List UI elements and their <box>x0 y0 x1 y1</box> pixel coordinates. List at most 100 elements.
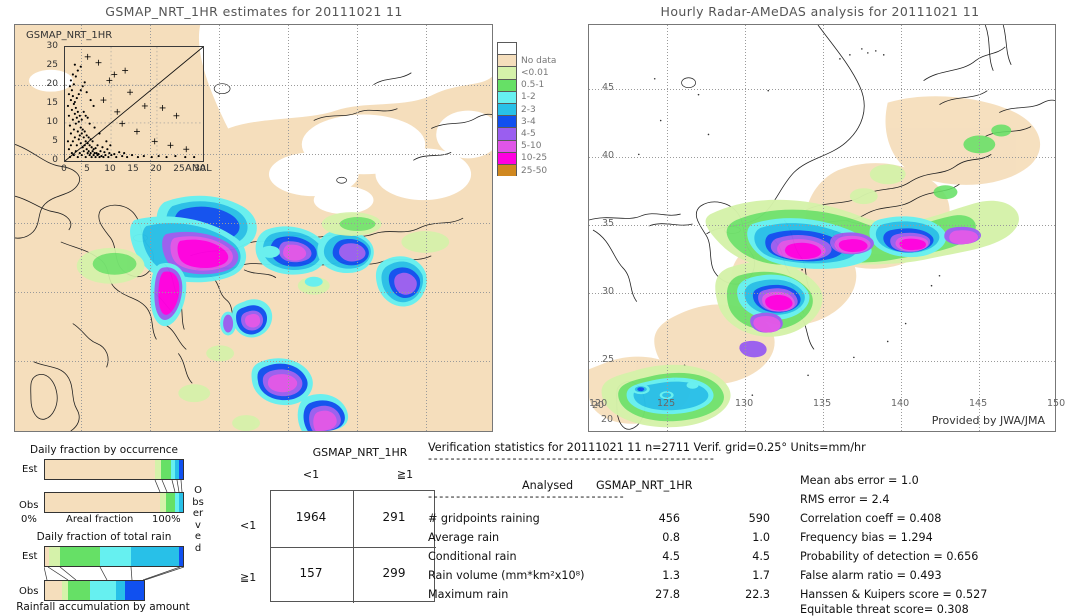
contingency-cell-hit-miss-01: 291 <box>382 510 406 524</box>
fraction-total-rain-title: Daily fraction of total rain <box>36 531 172 543</box>
scatter-inset-box <box>64 46 204 162</box>
colorbar-label-3-4: 3-4 <box>521 117 536 127</box>
right-map-canvas <box>589 25 1055 431</box>
colorbar-label-05-1: 0.5-1 <box>521 80 545 90</box>
verification-row-label-3: Rain volume (mm*km²x10⁸) <box>428 569 585 582</box>
verification-score-3: Frequency bias = 1.294 <box>800 531 933 544</box>
contingency-cell-hit-miss-00: 1964 <box>295 510 327 524</box>
colorbar-swatch-4-5 <box>497 127 517 140</box>
scatter-xtick-5: 5 <box>84 164 90 174</box>
verification-row-analysed-4: 27.8 <box>655 588 680 601</box>
fraction-occurrence-obs-label: Obs <box>19 500 39 511</box>
right-map-xtick-145: 145 <box>969 398 988 409</box>
verification-score-0: Mean abs error = 1.0 <box>800 474 919 487</box>
scatter-ytick-30: 30 <box>46 41 58 51</box>
contingency-cell-hit-miss-11: 299 <box>382 566 406 580</box>
verification-row-estimate-4: 22.3 <box>745 588 770 601</box>
contingency-table-title: GSMAP_NRT_1HR <box>312 446 408 459</box>
verification-score-4: Probability of detection = 0.656 <box>800 550 979 563</box>
colorbar: No data <0.01 0.5-1 1-2 2-3 3-4 4-5 5-10… <box>497 42 556 177</box>
scatter-ytick-5: 5 <box>52 136 58 146</box>
fraction-occurrence-obs-bar <box>44 492 184 513</box>
colorbar-swatch-nodata <box>497 54 517 67</box>
right-map-xtick-120: 120 <box>589 398 608 409</box>
scatter-inset: GSMAP_NRT_1HR 30 25 20 15 10 5 0 0 5 10 … <box>20 30 212 180</box>
right-map-ytick-45: 45 <box>602 82 615 93</box>
colorbar-swatch-2-3 <box>497 102 517 116</box>
colorbar-label-lt001: <0.01 <box>521 68 549 78</box>
fraction-total-rain-obs-label: Obs <box>19 586 39 597</box>
right-map-title: Hourly Radar-AMeDAS analysis for 2011102… <box>660 4 980 19</box>
right-map-xtick-135: 135 <box>813 398 832 409</box>
scatter-inset-title: GSMAP_NRT_1HR <box>26 30 113 41</box>
verification-row-estimate-1: 1.0 <box>752 531 770 544</box>
observed-axis-label: Observed <box>192 485 204 555</box>
verification-row-analysed-0: 456 <box>658 512 680 525</box>
scatter-xtick-0: 0 <box>61 164 67 174</box>
scatter-xtick-15: 15 <box>127 164 139 174</box>
verification-score-6: Hanssen & Kuipers score = 0.527 <box>800 588 988 601</box>
colorbar-swatch-lt001 <box>497 66 517 79</box>
right-map-ytick-25: 25 <box>602 354 615 365</box>
verification-row-estimate-3: 1.7 <box>752 569 770 582</box>
verification-row-label-1: Average rain <box>428 531 500 544</box>
right-map-frame: Provided by JWA/JMA <box>588 24 1056 432</box>
colorbar-swatch-10-25 <box>497 151 517 164</box>
scatter-inset-plot <box>65 47 203 161</box>
verification-row-estimate-0: 590 <box>748 512 770 525</box>
right-map-ytick-35: 35 <box>602 218 615 229</box>
verification-score-7: Equitable threat score= 0.308 <box>800 603 969 616</box>
verification-row-estimate-2: 4.5 <box>752 550 770 563</box>
scatter-ytick-10: 10 <box>46 117 58 127</box>
contingency-col-header-lt1: <1 <box>302 468 320 481</box>
verification-score-1: RMS error = 2.4 <box>800 493 890 506</box>
left-map-title: GSMAP_NRT_1HR estimates for 20111021 11 <box>105 4 403 19</box>
colorbar-label-5-10: 5-10 <box>521 141 542 151</box>
scatter-xtick-10: 10 <box>104 164 116 174</box>
right-map-xtick-140: 140 <box>891 398 910 409</box>
right-map-xtick-150: 150 <box>1047 398 1066 409</box>
right-map-xtick-130: 130 <box>735 398 754 409</box>
colorbar-swatch-5-10 <box>497 139 517 152</box>
contingency-cell-hit-miss-10: 157 <box>299 566 323 580</box>
colorbar-label-nodata: No data <box>521 56 557 66</box>
map-credit: Provided by JWA/JMA <box>931 414 1045 427</box>
fraction-total-rain-caption: Rainfall accumulation by amount <box>16 601 190 613</box>
scatter-ytick-20: 20 <box>46 79 58 89</box>
fraction-occurrence-axis-left: 0% <box>21 514 37 525</box>
contingency-row-header-ge1: ≧1 <box>240 571 257 584</box>
fraction-total-rain-est-label: Est <box>22 551 38 562</box>
contingency-col-header-ge1: ≧1 <box>396 468 414 481</box>
fraction-occurrence-title: Daily fraction by occurrence <box>30 444 178 456</box>
verification-row-analysed-3: 1.3 <box>662 569 680 582</box>
colorbar-swatch-05-1 <box>497 78 517 91</box>
verification-row-analysed-2: 4.5 <box>662 550 680 563</box>
verification-divider-top: ----------------------------------------… <box>428 452 716 465</box>
scatter-xtick-20: 20 <box>150 164 162 174</box>
scatter-xaxis-label: ANAL <box>185 163 212 174</box>
fraction-occurrence-est-bar <box>44 459 184 480</box>
right-map-ytick-20-bottom: 20 <box>601 414 614 425</box>
contingency-row-header-lt1: <1 <box>240 519 257 532</box>
verification-row-label-0: # gridpoints raining <box>428 512 540 525</box>
fraction-total-rain-est-bar <box>44 546 184 567</box>
observed-axis-letters: Observed <box>192 485 204 554</box>
verification-row-label-2: Conditional rain <box>428 550 517 563</box>
right-map-ytick-40: 40 <box>602 150 615 161</box>
scatter-ytick-15: 15 <box>46 98 58 108</box>
verification-row-label-4: Maximum rain <box>428 588 509 601</box>
right-map-ytick-30: 30 <box>602 286 615 297</box>
fraction-total-rain-obs-bar <box>44 580 145 601</box>
verification-score-5: False alarm ratio = 0.493 <box>800 569 942 582</box>
colorbar-label-10-25: 10-25 <box>521 153 548 163</box>
fraction-occurrence-connectors <box>154 480 183 492</box>
colorbar-label-25-50: 25-50 <box>521 166 548 176</box>
colorbar-swatch-1-2 <box>497 90 517 103</box>
colorbar-swatch-3-4 <box>497 115 517 128</box>
colorbar-swatch-25-50 <box>497 163 517 177</box>
verification-score-2: Correlation coeff = 0.408 <box>800 512 942 525</box>
contingency-grid <box>270 490 436 603</box>
fraction-total-rain-connectors <box>44 567 184 580</box>
fraction-occurrence-axis-center: Areal fraction <box>66 514 134 525</box>
colorbar-label-1-2: 1-2 <box>521 92 536 102</box>
